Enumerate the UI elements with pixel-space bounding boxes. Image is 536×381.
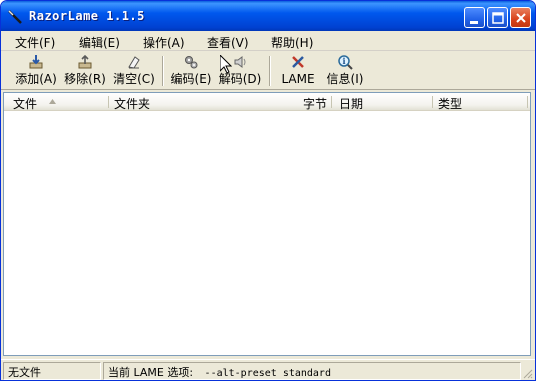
column-divider[interactable] (108, 96, 109, 108)
window-title: RazorLame 1.1.5 (29, 9, 145, 23)
add-icon (29, 55, 43, 69)
menu-action[interactable]: 操作(A) (143, 34, 185, 51)
app-window: RazorLame 1.1.5 文件(F) 编辑(E) 操作(A) 查看(V) … (0, 0, 536, 381)
decode-label: 解码(D) (218, 72, 262, 86)
column-header-file[interactable]: 文件 (13, 95, 37, 112)
sort-arrow-icon (49, 99, 56, 104)
clear-icon (128, 56, 140, 69)
close-button[interactable] (510, 7, 531, 28)
encode-label: 编码(E) (170, 72, 212, 86)
status-lame-options: 当前 LAME 选项: --alt-preset standard (103, 362, 521, 380)
mouse-cursor-icon (220, 55, 232, 74)
resize-grip-icon[interactable] (521, 367, 533, 379)
minimize-button[interactable] (464, 7, 485, 28)
remove-button[interactable]: 移除(R) (63, 54, 107, 88)
razor-icon (8, 10, 22, 24)
toolbar: 添加(A) 移除(R) 清空(C) 编码(E) 解码(D) LAME i 信息(… (1, 52, 535, 90)
lame-label: LAME (281, 72, 315, 86)
toolbar-separator (269, 56, 271, 86)
title-bar[interactable]: RazorLame 1.1.5 (1, 1, 535, 31)
info-magnifier-icon: i (338, 55, 353, 70)
encode-gears-icon (185, 56, 198, 69)
column-divider[interactable] (527, 96, 528, 108)
add-button[interactable]: 添加(A) (14, 54, 58, 88)
info-button[interactable]: i 信息(I) (323, 54, 367, 88)
status-options-value: --alt-preset standard (204, 368, 331, 379)
column-divider[interactable] (331, 96, 332, 108)
status-file-count-text: 无文件 (8, 366, 41, 379)
svg-text:i: i (343, 56, 346, 66)
minimize-icon (470, 21, 478, 24)
column-header-folder[interactable]: 文件夹 (114, 95, 150, 112)
lame-button[interactable]: LAME (281, 54, 315, 88)
clear-button[interactable]: 清空(C) (112, 54, 156, 88)
status-options-label: 当前 LAME 选项: (108, 366, 194, 379)
status-bar: 无文件 当前 LAME 选项: --alt-preset standard (1, 359, 535, 380)
menu-view[interactable]: 查看(V) (207, 34, 249, 51)
column-header-bytes[interactable]: 字节 (303, 95, 327, 112)
column-header-date[interactable]: 日期 (339, 95, 363, 112)
maximize-button[interactable] (487, 7, 508, 28)
column-divider[interactable] (432, 96, 433, 108)
toolbar-separator (162, 56, 164, 86)
encode-button[interactable]: 编码(E) (169, 54, 213, 88)
add-label: 添加(A) (15, 72, 57, 86)
remove-label: 移除(R) (64, 72, 106, 86)
maximize-icon (492, 12, 504, 24)
remove-icon (78, 54, 92, 69)
menu-help[interactable]: 帮助(H) (271, 34, 313, 51)
lame-tools-icon (292, 56, 304, 68)
clear-label: 清空(C) (113, 72, 155, 86)
close-icon (516, 13, 526, 23)
decode-speaker-icon (234, 56, 246, 68)
status-file-count: 无文件 (3, 362, 101, 380)
file-list[interactable]: 文件 文件夹 字节 日期 类型 (3, 92, 531, 356)
info-label: 信息(I) (326, 72, 364, 86)
column-header-type[interactable]: 类型 (438, 95, 462, 112)
menu-edit[interactable]: 编辑(E) (79, 34, 120, 51)
menu-bar: 文件(F) 编辑(E) 操作(A) 查看(V) 帮助(H) (1, 31, 535, 51)
list-header: 文件 文件夹 字节 日期 类型 (4, 93, 530, 111)
menu-file[interactable]: 文件(F) (15, 34, 55, 51)
